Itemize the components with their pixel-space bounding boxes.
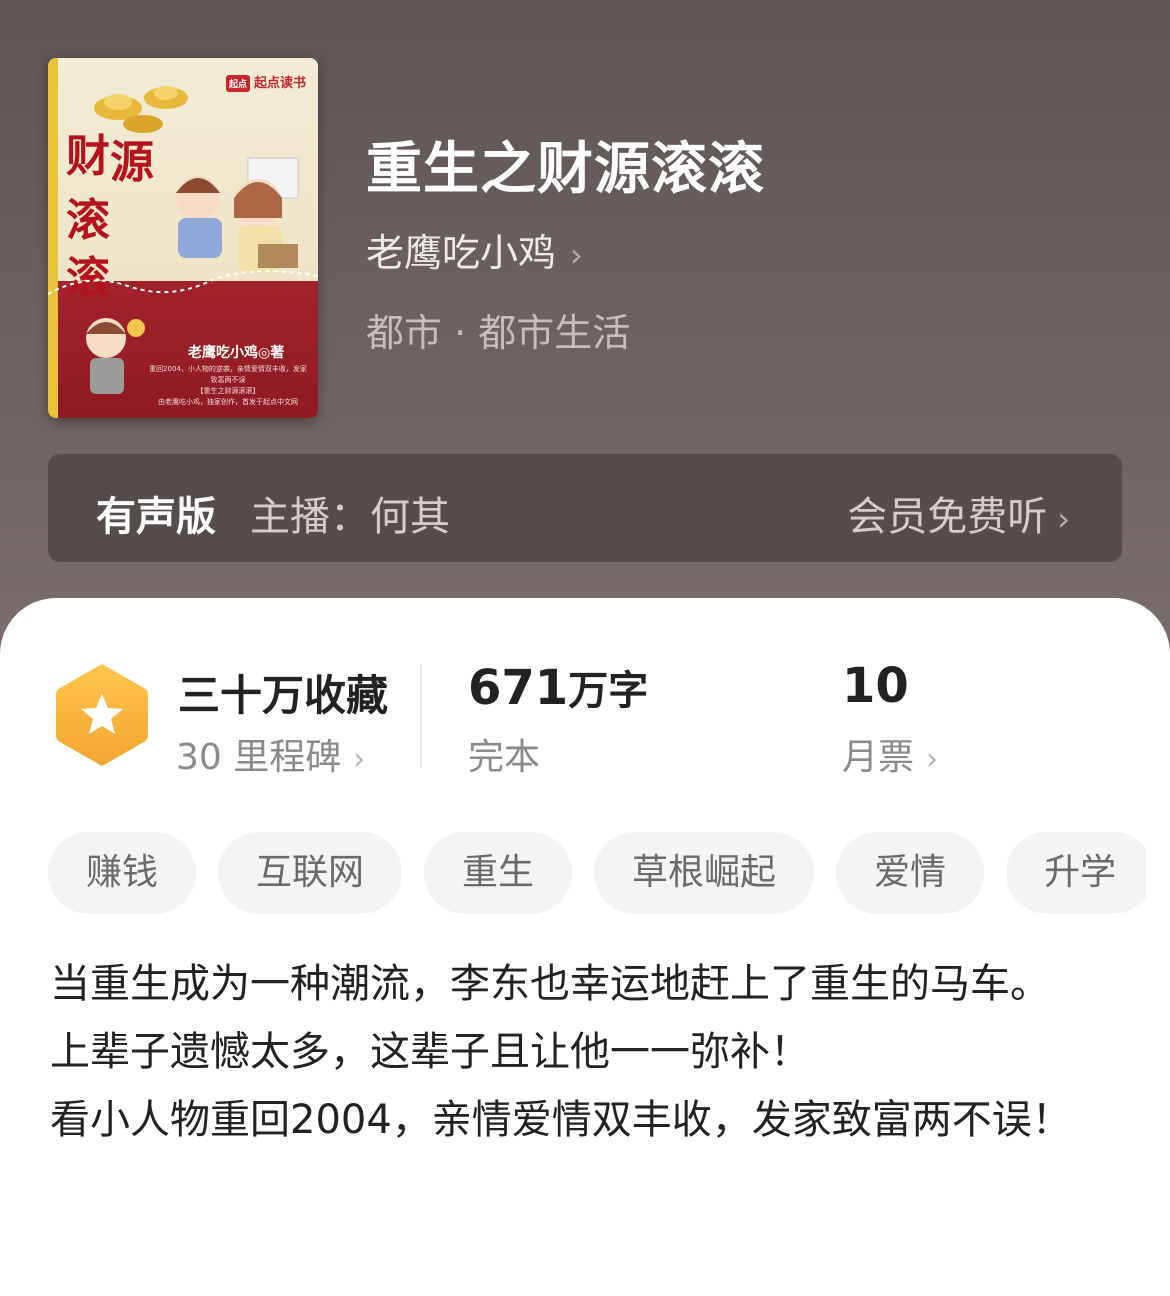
audiobook-narrator: 主播：何其: [250, 494, 450, 540]
word-count: 671万字: [468, 660, 649, 716]
cover-wave-divider: [48, 270, 318, 295]
cover-kid-illustration: [86, 318, 145, 394]
book-detail-sheet: 三十万收藏 30 里程碑 › 671万字 完本 10 月票 › 赚钱 互联网 重生 草根崛…: [0, 598, 1170, 1296]
monthly-votes-link[interactable]: 月票 ›: [842, 728, 938, 780]
chevron-right-icon: ›: [353, 742, 366, 777]
audiobook-bar[interactable]: 有声版 主播：何其 会员免费听 ›: [48, 454, 1122, 562]
cover-characters-illustration: [176, 157, 299, 272]
author-link[interactable]: 老鹰吃小鸡 ›: [366, 222, 583, 277]
audiobook-label: 有声版: [96, 494, 216, 540]
book-cover[interactable]: 起点 起点读书 财 源 滚 滚 老鹰吃小鸡◎著 重回2004，小人物的逆袭，亲情…: [48, 58, 318, 418]
star-hexagon-badge-icon: [56, 664, 148, 766]
tag-chip[interactable]: 升学: [1006, 832, 1146, 914]
book-synopsis[interactable]: 当重生成为一种潮流，李东也幸运地赶上了重生的马车。 上辈子遗憾太多，这辈子且让他…: [50, 950, 1130, 1154]
chevron-right-icon: ›: [1057, 500, 1070, 538]
tag-chip[interactable]: 重生: [424, 832, 573, 914]
stats-divider: [420, 664, 422, 768]
author-name: 老鹰吃小鸡: [366, 231, 557, 275]
cover-blurb: 重回2004，小人物的逆袭，亲情爱情双丰收，发家致富两不误 【重生之财源滚滚】 …: [149, 365, 307, 406]
synopsis-paragraph: 看小人物重回2004，亲情爱情双丰收，发家致富两不误！: [50, 1097, 1072, 1143]
cover-spine: [48, 58, 58, 418]
tag-chip[interactable]: 互联网: [218, 832, 403, 914]
tag-chip[interactable]: 爱情: [836, 832, 985, 914]
tag-chip[interactable]: 赚钱: [48, 832, 197, 914]
completion-status: 完本: [468, 737, 541, 778]
cover-publisher-logo: 起点 起点读书: [225, 72, 306, 92]
chevron-right-icon: ›: [926, 742, 939, 777]
milestone-link[interactable]: 30 里程碑 ›: [176, 728, 365, 780]
chevron-right-icon: ›: [570, 236, 583, 274]
book-title: 重生之财源滚滚: [366, 137, 765, 202]
monthly-votes-count: 10: [842, 658, 909, 714]
book-category: 都市 · 都市生活: [366, 311, 631, 355]
cover-author: 老鹰吃小鸡◎著: [188, 345, 285, 361]
book-header: 起点 起点读书 财 源 滚 滚 老鹰吃小鸡◎著 重回2004，小人物的逆袭，亲情…: [0, 0, 1170, 660]
cover-logo-mark: 起点: [225, 75, 250, 92]
synopsis-paragraph: 当重生成为一种潮流，李东也幸运地赶上了重生的马车。: [50, 961, 1050, 1007]
collection-count: 三十万收藏: [178, 671, 389, 720]
tag-chip[interactable]: 草根崛起: [594, 832, 815, 914]
synopsis-paragraph: 上辈子遗憾太多，这辈子且让他一一弥补！: [50, 1029, 810, 1075]
tag-list: 赚钱 互联网 重生 草根崛起 爱情 升学: [48, 832, 1146, 918]
vip-listen-link[interactable]: 会员免费听 ›: [847, 484, 1070, 542]
